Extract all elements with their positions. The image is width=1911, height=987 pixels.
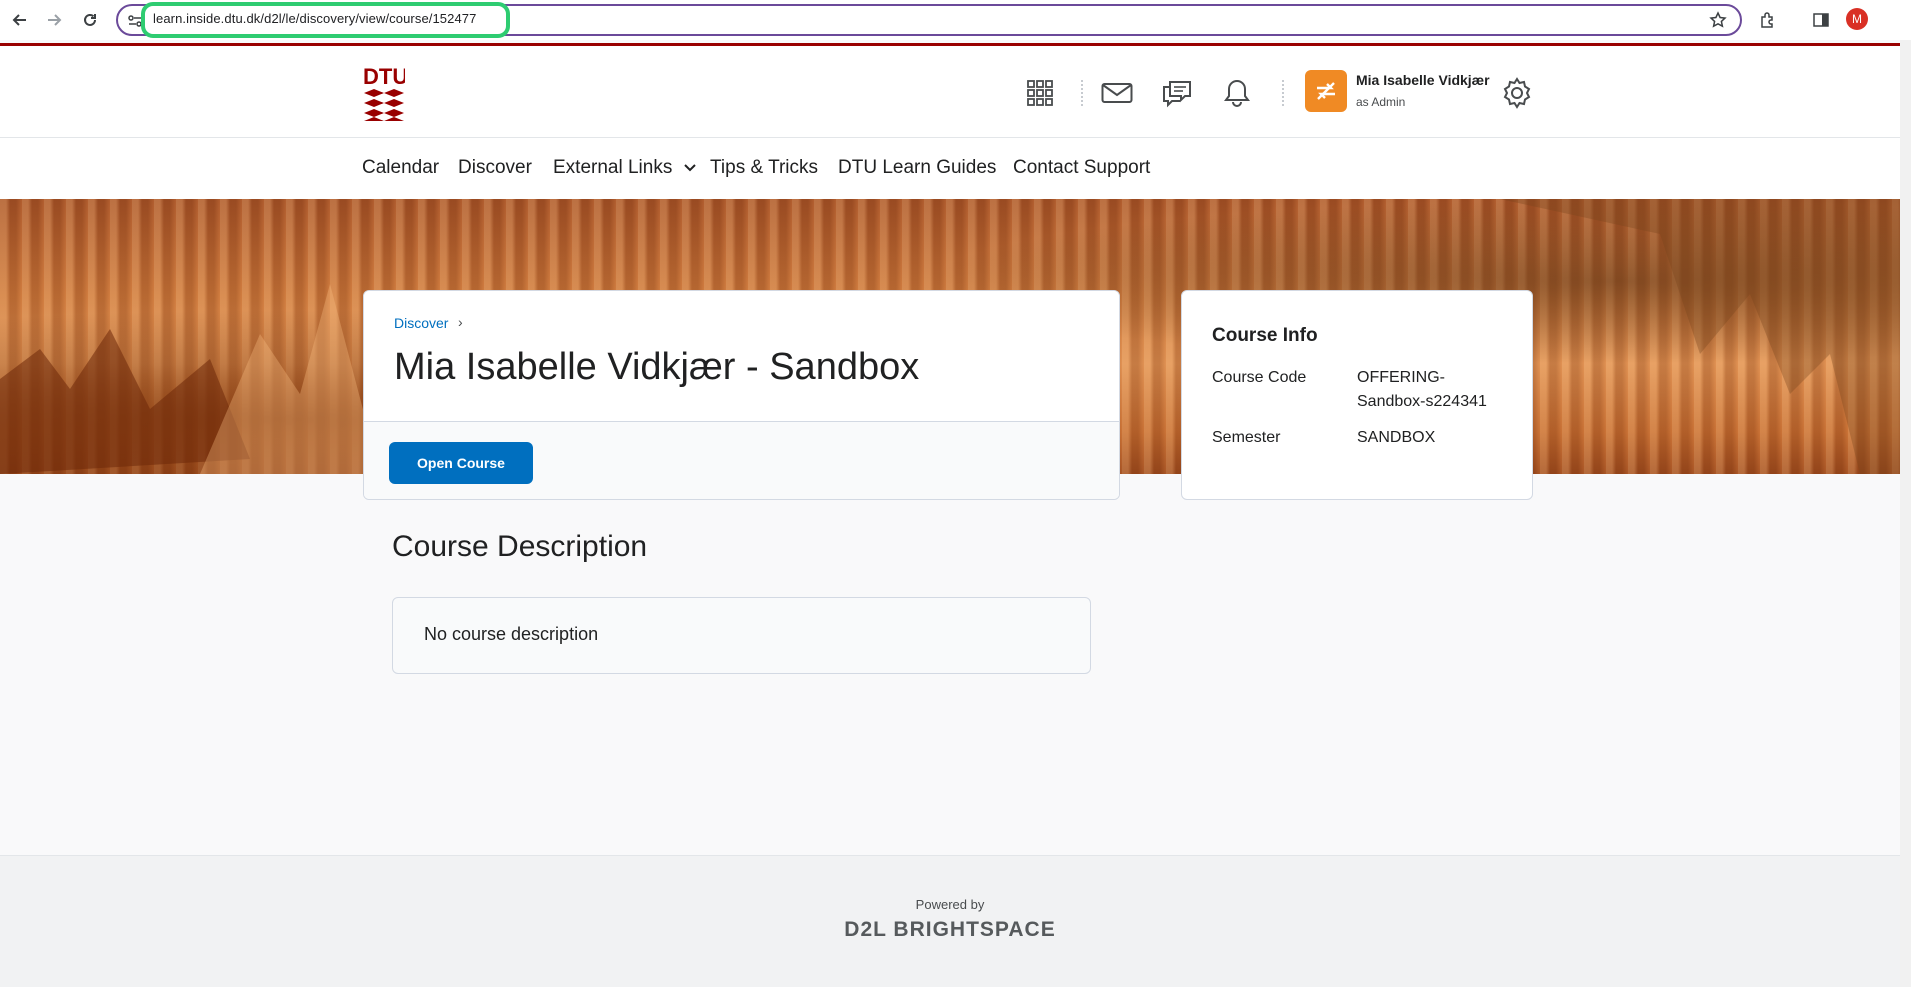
bookmark-star-icon[interactable] <box>1707 9 1729 31</box>
reload-icon[interactable] <box>76 6 104 34</box>
semester-label: Semester <box>1212 429 1281 446</box>
course-code-value-line1: OFFERING- <box>1357 369 1445 386</box>
page-scrollbar[interactable] <box>1900 40 1911 987</box>
site-header: DTU Mia Isabelle Vidkjær as Admin <box>0 46 1900 138</box>
user-name[interactable]: Mia Isabelle Vidkjær <box>1356 72 1490 88</box>
header-separator <box>1081 80 1083 106</box>
course-card-actions: Open Course <box>364 422 1119 499</box>
browser-toolbar: learn.inside.dtu.dk/d2l/le/discovery/vie… <box>0 0 1911 40</box>
page-title: Mia Isabelle Vidkjær - Sandbox <box>394 346 920 388</box>
brightspace-logo[interactable]: D2L BRIGHTSPACE <box>0 918 1900 942</box>
user-role: as Admin <box>1356 95 1406 109</box>
open-course-button[interactable]: Open Course <box>389 442 533 484</box>
nav-item-calendar[interactable]: Calendar <box>362 157 439 179</box>
nav-item-discover[interactable]: Discover <box>458 157 532 179</box>
semester-value: SANDBOX <box>1357 429 1436 446</box>
role-switch-icon[interactable] <box>1305 70 1347 112</box>
chat-icon[interactable] <box>1160 76 1194 110</box>
side-panel-icon[interactable] <box>1810 9 1832 31</box>
bell-icon[interactable] <box>1220 76 1254 110</box>
course-card-header: Discover › Mia Isabelle Vidkjær - Sandbo… <box>364 291 1119 422</box>
svg-text:DTU: DTU <box>363 64 405 89</box>
course-description-box: No course description <box>392 597 1091 674</box>
gear-icon[interactable] <box>1500 76 1534 110</box>
breadcrumb-separator: › <box>458 314 463 330</box>
extensions-icon[interactable] <box>1757 9 1779 31</box>
url-text[interactable]: learn.inside.dtu.dk/d2l/le/discovery/vie… <box>153 11 476 26</box>
mail-icon[interactable] <box>1100 76 1134 110</box>
forward-icon[interactable] <box>40 6 68 34</box>
back-icon[interactable] <box>6 6 34 34</box>
course-description-heading: Course Description <box>392 530 648 563</box>
header-separator <box>1282 80 1284 106</box>
course-code-label: Course Code <box>1212 369 1307 386</box>
course-card: Discover › Mia Isabelle Vidkjær - Sandbo… <box>363 290 1120 500</box>
apps-grid-icon[interactable] <box>1023 76 1057 110</box>
nav-item-external-links[interactable]: External Links <box>553 157 696 179</box>
powered-by-text: Powered by <box>915 897 985 912</box>
main-nav: Calendar Discover External Links Tips & … <box>0 138 1900 199</box>
nav-item-dtu-learn-guides[interactable]: DTU Learn Guides <box>838 157 996 179</box>
course-info-title: Course Info <box>1212 325 1318 346</box>
course-description-text: No course description <box>424 624 599 644</box>
chevron-down-icon <box>683 157 696 179</box>
course-info-card: Course Info Course Code OFFERING- Sandbo… <box>1181 290 1533 500</box>
nav-item-label: External Links <box>553 157 673 179</box>
nav-item-tips-tricks[interactable]: Tips & Tricks <box>710 157 818 179</box>
dtu-logo[interactable]: DTU <box>363 62 408 124</box>
course-code-value-line2: Sandbox-s224341 <box>1357 393 1487 410</box>
nav-item-contact-support[interactable]: Contact Support <box>1013 157 1150 179</box>
breadcrumb-discover-link[interactable]: Discover <box>394 315 448 331</box>
site-footer: Powered by D2L BRIGHTSPACE <box>0 855 1900 987</box>
profile-avatar[interactable]: M <box>1846 8 1868 30</box>
